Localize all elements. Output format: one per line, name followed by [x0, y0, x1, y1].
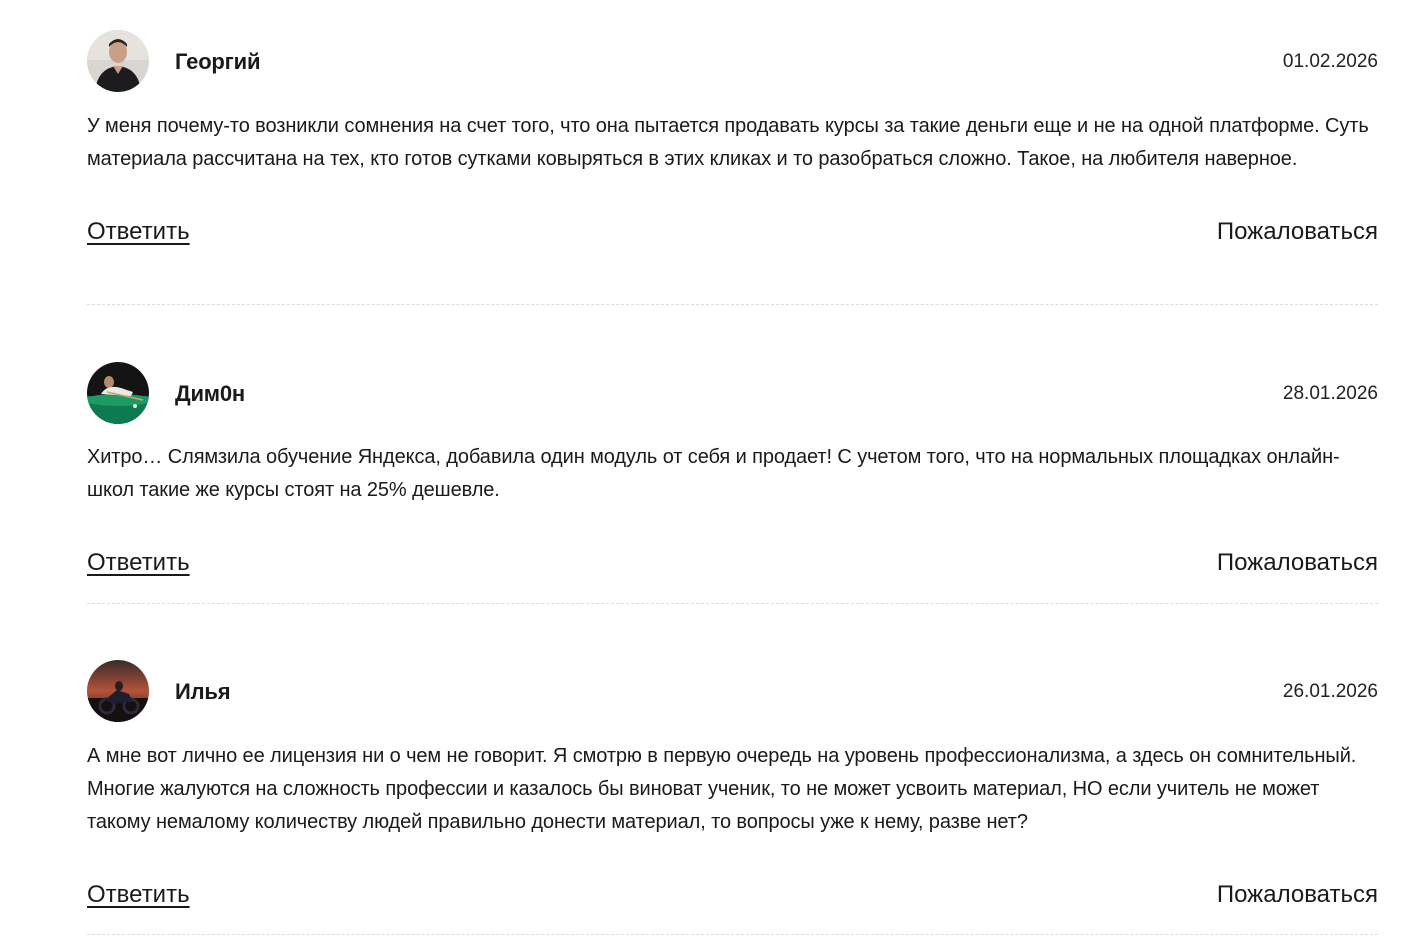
reply-link[interactable]: Ответить — [87, 881, 190, 909]
reply-link[interactable]: Ответить — [87, 549, 190, 577]
comment-author: Илья — [175, 679, 231, 704]
report-link[interactable]: Пожаловаться — [1217, 218, 1378, 246]
comment-actions: Ответить Пожаловаться — [87, 549, 1378, 583]
comment-date: 28.01.2026 — [1282, 383, 1378, 404]
comment-header: Георгий 01.02.2026 — [87, 30, 1378, 94]
comment-divider — [87, 603, 1378, 604]
comment-text: Хитро… Слямзила обучение Яндекса, добави… — [87, 446, 1340, 501]
report-link[interactable]: Пожаловаться — [1217, 549, 1378, 577]
comment-date: 01.02.2026 — [1282, 51, 1378, 72]
comment-author: Георгий — [175, 49, 261, 74]
avatar — [87, 362, 149, 424]
comment-actions: Ответить Пожаловаться — [87, 881, 1378, 915]
comment-text: А мне вот лично ее лицензия ни о чем не … — [87, 745, 1357, 833]
user-avatar-icon — [87, 660, 149, 722]
report-link[interactable]: Пожаловаться — [1217, 881, 1378, 909]
comment-date: 26.01.2026 — [1282, 681, 1378, 702]
comment-item: Дим0н 28.01.2026 Хитро… Слямзила обучени… — [87, 362, 1378, 583]
comment-item: Георгий 01.02.2026 У меня почему-то возн… — [87, 30, 1378, 252]
comment-divider — [87, 304, 1378, 305]
comment-actions: Ответить Пожаловаться — [87, 218, 1378, 252]
avatar — [87, 660, 149, 722]
avatar — [87, 30, 149, 92]
comment-divider — [87, 934, 1378, 935]
comment-header: Дим0н 28.01.2026 — [87, 362, 1378, 426]
user-avatar-icon — [87, 362, 149, 424]
user-avatar-icon — [87, 30, 149, 92]
comment-header: Илья 26.01.2026 — [87, 660, 1378, 724]
comment-text: У меня почему-то возникли сомнения на сч… — [87, 115, 1369, 170]
comment-author: Дим0н — [175, 381, 245, 406]
reply-link[interactable]: Ответить — [87, 218, 190, 246]
comment-item: Илья 26.01.2026 А мне вот лично ее лицен… — [87, 660, 1378, 915]
